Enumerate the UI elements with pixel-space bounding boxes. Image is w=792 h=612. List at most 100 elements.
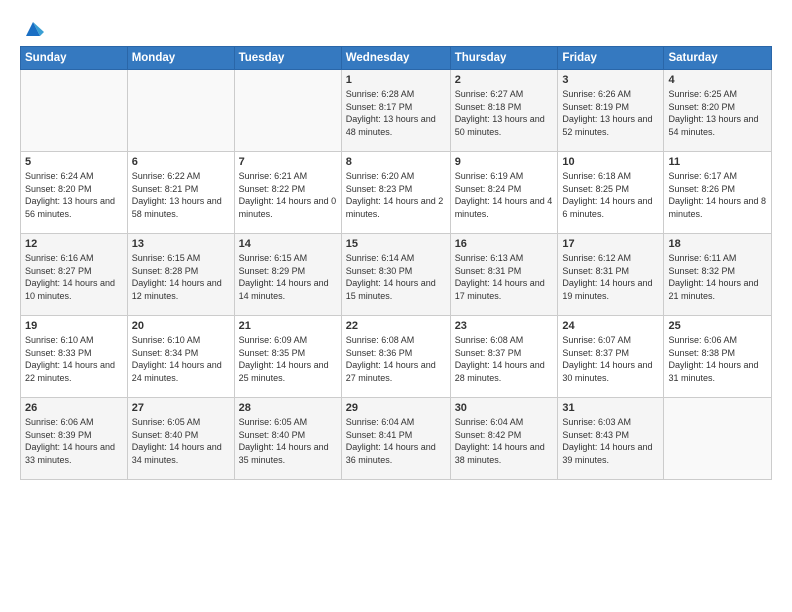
calendar-cell: 3Sunrise: 6:26 AMSunset: 8:19 PMDaylight… <box>558 70 664 152</box>
cell-sunrise: Sunrise: 6:06 AM <box>25 416 123 429</box>
logo-icon <box>22 18 44 40</box>
cell-info: Sunrise: 6:06 AMSunset: 8:38 PMDaylight:… <box>668 334 767 384</box>
cell-info: Sunrise: 6:15 AMSunset: 8:29 PMDaylight:… <box>239 252 337 302</box>
cell-sunrise: Sunrise: 6:06 AM <box>668 334 767 347</box>
cell-daylight: Daylight: 13 hours and 50 minutes. <box>455 113 554 138</box>
cell-info: Sunrise: 6:08 AMSunset: 8:37 PMDaylight:… <box>455 334 554 384</box>
calendar-day-header: Sunday <box>21 47 128 70</box>
calendar-cell: 2Sunrise: 6:27 AMSunset: 8:18 PMDaylight… <box>450 70 558 152</box>
cell-sunrise: Sunrise: 6:15 AM <box>132 252 230 265</box>
cell-sunrise: Sunrise: 6:09 AM <box>239 334 337 347</box>
cell-sunset: Sunset: 8:20 PM <box>668 101 767 114</box>
calendar-cell: 23Sunrise: 6:08 AMSunset: 8:37 PMDayligh… <box>450 316 558 398</box>
cell-sunrise: Sunrise: 6:18 AM <box>562 170 659 183</box>
calendar-week-row: 5Sunrise: 6:24 AMSunset: 8:20 PMDaylight… <box>21 152 772 234</box>
calendar-cell: 8Sunrise: 6:20 AMSunset: 8:23 PMDaylight… <box>341 152 450 234</box>
cell-sunrise: Sunrise: 6:10 AM <box>132 334 230 347</box>
cell-sunrise: Sunrise: 6:05 AM <box>132 416 230 429</box>
cell-daylight: Daylight: 14 hours and 33 minutes. <box>25 441 123 466</box>
calendar-cell: 21 Sunrise: 6:09 AMSunset: 8:35 PMDayligh… <box>234 316 341 398</box>
calendar-day-header: Saturday <box>664 47 772 70</box>
calendar-cell: 29Sunrise: 6:04 AMSunset: 8:41 PMDayligh… <box>341 398 450 480</box>
cell-sunrise: Sunrise: 6:28 AM <box>346 88 446 101</box>
calendar-cell <box>127 70 234 152</box>
cell-date: 28 <box>239 402 337 414</box>
cell-sunset: Sunset: 8:26 PM <box>668 183 767 196</box>
cell-info: Sunrise: 6:10 AMSunset: 8:33 PMDaylight:… <box>25 334 123 384</box>
cell-sunrise: Sunrise: 6:15 AM <box>239 252 337 265</box>
calendar-cell: 17Sunrise: 6:12 AMSunset: 8:31 PMDayligh… <box>558 234 664 316</box>
cell-date: 24 <box>562 320 659 332</box>
cell-daylight: Daylight: 14 hours and 36 minutes. <box>346 441 446 466</box>
calendar-table: SundayMondayTuesdayWednesdayThursdayFrid… <box>20 46 772 480</box>
cell-sunrise: Sunrise: 6:04 AM <box>346 416 446 429</box>
cell-date: 19 <box>25 320 123 332</box>
calendar-cell: 26Sunrise: 6:06 AMSunset: 8:39 PMDayligh… <box>21 398 128 480</box>
cell-sunrise: Sunrise: 6:03 AM <box>562 416 659 429</box>
cell-daylight: Daylight: 13 hours and 48 minutes. <box>346 113 446 138</box>
cell-sunset: Sunset: 8:23 PM <box>346 183 446 196</box>
cell-date: 30 <box>455 402 554 414</box>
cell-info: Sunrise: 6:16 AMSunset: 8:27 PMDaylight:… <box>25 252 123 302</box>
cell-sunrise: Sunrise: 6:19 AM <box>455 170 554 183</box>
calendar-cell: 16Sunrise: 6:13 AMSunset: 8:31 PMDayligh… <box>450 234 558 316</box>
cell-sunset: Sunset: 8:36 PM <box>346 347 446 360</box>
cell-info: Sunrise: 6:05 AMSunset: 8:40 PMDaylight:… <box>239 416 337 466</box>
cell-daylight: Daylight: 13 hours and 54 minutes. <box>668 113 767 138</box>
cell-sunset: Sunset: 8:40 PM <box>239 429 337 442</box>
cell-info: Sunrise: 6:09 AMSunset: 8:35 PMDaylight:… <box>239 334 337 384</box>
cell-daylight: Daylight: 14 hours and 27 minutes. <box>346 359 446 384</box>
cell-sunset: Sunset: 8:37 PM <box>455 347 554 360</box>
cell-sunset: Sunset: 8:25 PM <box>562 183 659 196</box>
cell-info: Sunrise: 6:19 AMSunset: 8:24 PMDaylight:… <box>455 170 554 220</box>
cell-info: Sunrise: 6:03 AMSunset: 8:43 PMDaylight:… <box>562 416 659 466</box>
cell-sunrise: Sunrise: 6:20 AM <box>346 170 446 183</box>
cell-daylight: Daylight: 14 hours and 24 minutes. <box>132 359 230 384</box>
cell-sunset: Sunset: 8:39 PM <box>25 429 123 442</box>
cell-sunset: Sunset: 8:31 PM <box>562 265 659 278</box>
cell-daylight: Daylight: 14 hours and 25 minutes. <box>239 359 337 384</box>
cell-info: Sunrise: 6:07 AMSunset: 8:37 PMDaylight:… <box>562 334 659 384</box>
calendar-cell: 25 Sunrise: 6:06 AMSunset: 8:38 PMDayligh… <box>664 316 772 398</box>
cell-info: Sunrise: 6:24 AMSunset: 8:20 PMDaylight:… <box>25 170 123 220</box>
cell-sunrise: Sunrise: 6:05 AM <box>239 416 337 429</box>
cell-sunrise: Sunrise: 6:11 AM <box>668 252 767 265</box>
cell-date: 21 <box>239 320 337 332</box>
cell-daylight: Daylight: 14 hours and 15 minutes. <box>346 277 446 302</box>
cell-date: 2 <box>455 74 554 86</box>
calendar-cell: 13Sunrise: 6:15 AMSunset: 8:28 PMDayligh… <box>127 234 234 316</box>
cell-info: Sunrise: 6:20 AMSunset: 8:23 PMDaylight:… <box>346 170 446 220</box>
cell-sunset: Sunset: 8:43 PM <box>562 429 659 442</box>
calendar-week-row: 26Sunrise: 6:06 AMSunset: 8:39 PMDayligh… <box>21 398 772 480</box>
calendar-cell: 6Sunrise: 6:22 AMSunset: 8:21 PMDaylight… <box>127 152 234 234</box>
calendar-cell: 5Sunrise: 6:24 AMSunset: 8:20 PMDaylight… <box>21 152 128 234</box>
calendar-day-header: Friday <box>558 47 664 70</box>
cell-daylight: Daylight: 14 hours and 6 minutes. <box>562 195 659 220</box>
cell-info: Sunrise: 6:28 AMSunset: 8:17 PMDaylight:… <box>346 88 446 138</box>
cell-daylight: Daylight: 14 hours and 10 minutes. <box>25 277 123 302</box>
calendar-cell <box>234 70 341 152</box>
cell-sunset: Sunset: 8:34 PM <box>132 347 230 360</box>
cell-sunset: Sunset: 8:18 PM <box>455 101 554 114</box>
cell-date: 27 <box>132 402 230 414</box>
calendar-cell: 4Sunrise: 6:25 AMSunset: 8:20 PMDaylight… <box>664 70 772 152</box>
cell-info: Sunrise: 6:10 AMSunset: 8:34 PMDaylight:… <box>132 334 230 384</box>
cell-date: 9 <box>455 156 554 168</box>
calendar-cell: 20Sunrise: 6:10 AMSunset: 8:34 PMDayligh… <box>127 316 234 398</box>
cell-date: 25 <box>668 320 767 332</box>
cell-daylight: Daylight: 14 hours and 12 minutes. <box>132 277 230 302</box>
calendar-week-row: 1 Sunrise: 6:28 AMSunset: 8:17 PMDaylight… <box>21 70 772 152</box>
calendar-cell: 12Sunrise: 6:16 AMSunset: 8:27 PMDayligh… <box>21 234 128 316</box>
cell-daylight: Daylight: 13 hours and 52 minutes. <box>562 113 659 138</box>
calendar-cell: 1 Sunrise: 6:28 AMSunset: 8:17 PMDaylight… <box>341 70 450 152</box>
cell-date: 1 <box>346 74 446 86</box>
calendar-cell: 24 Sunrise: 6:07 AMSunset: 8:37 PMDayligh… <box>558 316 664 398</box>
calendar-cell: 15Sunrise: 6:14 AMSunset: 8:30 PMDayligh… <box>341 234 450 316</box>
cell-info: Sunrise: 6:04 AMSunset: 8:42 PMDaylight:… <box>455 416 554 466</box>
calendar-cell: 28 Sunrise: 6:05 AMSunset: 8:40 PMDayligh… <box>234 398 341 480</box>
cell-sunset: Sunset: 8:35 PM <box>239 347 337 360</box>
cell-sunrise: Sunrise: 6:16 AM <box>25 252 123 265</box>
cell-date: 15 <box>346 238 446 250</box>
calendar-week-row: 19 Sunrise: 6:10 AMSunset: 8:33 PMDayligh… <box>21 316 772 398</box>
cell-sunset: Sunset: 8:38 PM <box>668 347 767 360</box>
